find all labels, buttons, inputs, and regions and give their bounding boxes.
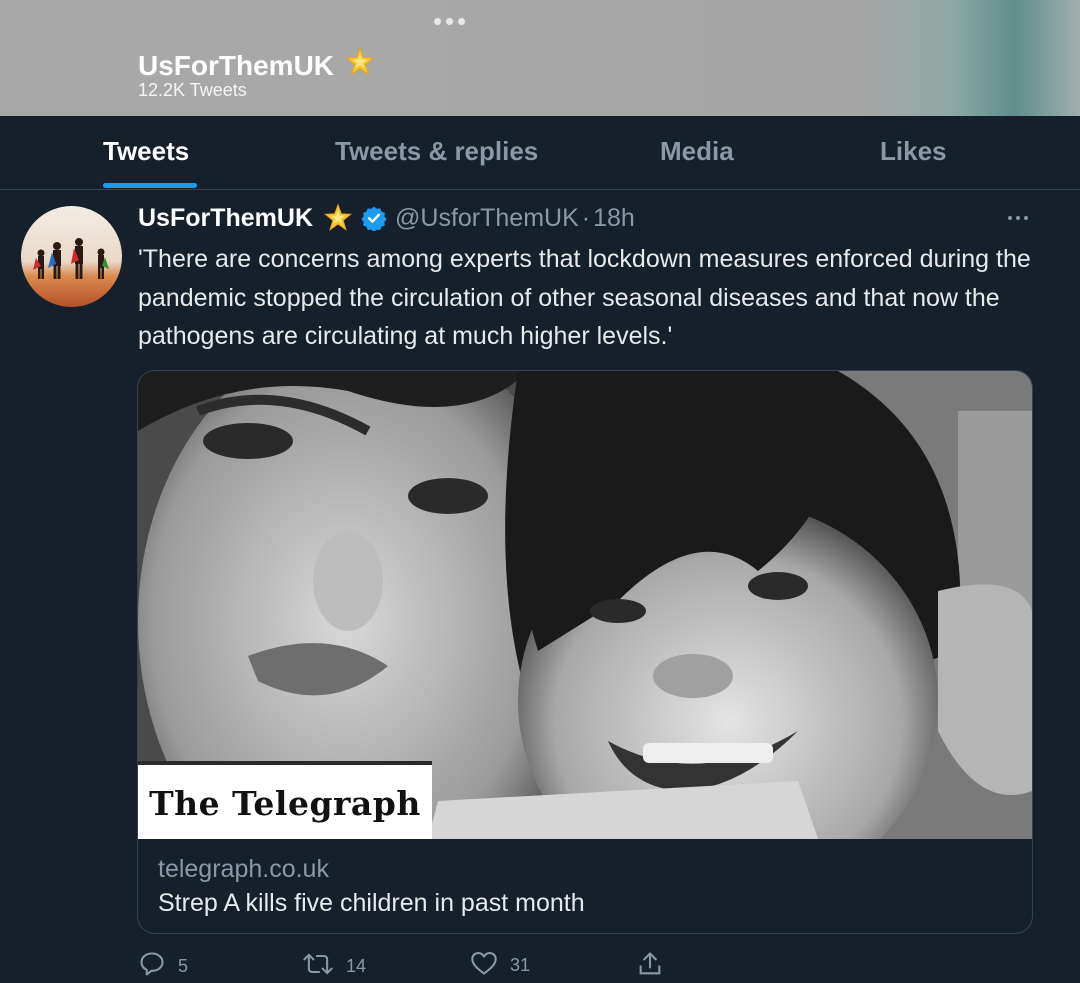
tab-tweets[interactable]: Tweets [103, 136, 189, 167]
retweet-icon [302, 950, 334, 983]
star-icon [323, 203, 353, 233]
tweet-timestamp[interactable]: 18h [593, 204, 635, 233]
like-icon [470, 950, 498, 981]
card-title: Strep A kills five children in past mont… [158, 889, 585, 917]
star-icon [344, 46, 376, 85]
drag-handle-icon[interactable] [429, 14, 469, 28]
tweet-text: 'There are concerns among experts that l… [138, 245, 1031, 350]
share-button[interactable] [636, 950, 664, 983]
tab-likes[interactable]: Likes [880, 136, 947, 167]
tweet-count: 12.2K Tweets [138, 80, 247, 100]
like-button[interactable]: 31 [470, 950, 530, 981]
avatar[interactable] [21, 206, 122, 307]
like-count: 31 [510, 955, 531, 975]
active-tab-indicator [103, 183, 197, 188]
reply-count: 5 [178, 956, 189, 976]
tab-tweets-and-replies[interactable]: Tweets & replies [335, 136, 538, 167]
handle-time-separator: · [581, 203, 591, 232]
tweet-author-handle[interactable]: @UsforThemUK [395, 204, 579, 233]
telegraph-logo: The Telegraph [138, 761, 432, 839]
share-icon [636, 950, 664, 983]
link-card[interactable]: The Telegraph telegraph.co.uk Strep A ki… [137, 370, 1033, 934]
card-domain: telegraph.co.uk [158, 855, 329, 883]
tweet-header: UsForThemUK @UsforThemUK · 18h [138, 200, 635, 236]
reply-icon [138, 950, 166, 983]
reply-button[interactable]: 5 [138, 950, 188, 983]
tab-media[interactable]: Media [660, 136, 734, 167]
profile-tabs: Tweets Tweets & replies Media Likes [0, 116, 1080, 190]
tweet-author-name[interactable]: UsForThemUK [138, 204, 313, 233]
profile-header: UsForThemUK 12.2K Tweets [0, 0, 1080, 116]
article-image: The Telegraph [138, 371, 1032, 839]
verified-icon [361, 205, 387, 231]
retweet-button[interactable]: 14 [302, 950, 366, 983]
retweet-count: 14 [346, 956, 367, 976]
header-name: UsForThemUK [138, 49, 335, 81]
more-icon[interactable] [1004, 212, 1032, 224]
